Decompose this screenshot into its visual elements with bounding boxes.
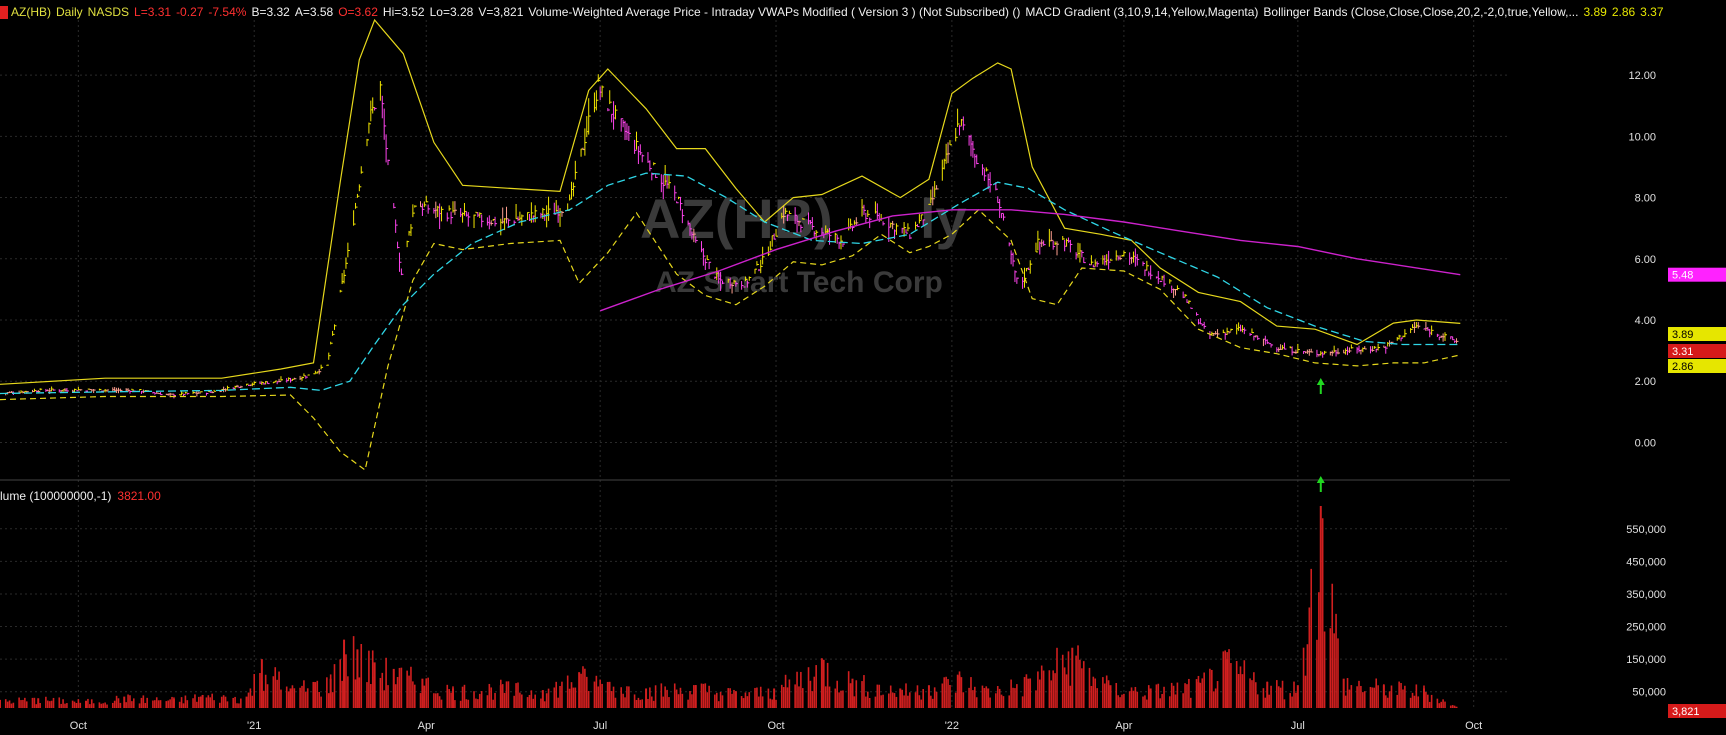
header-last: L=3.31 (134, 5, 172, 19)
x-tick-label: Apr (1115, 720, 1132, 732)
symbol-flag-icon (0, 6, 8, 20)
header-change-pct: -7.54% (208, 5, 247, 19)
x-tick-label: '22 (945, 720, 959, 732)
price-tick-label: 6.00 (1635, 254, 1656, 266)
x-tick-label: Oct (70, 720, 87, 732)
green-arrow-icon (1316, 378, 1325, 395)
price-tick-label: 10.00 (1628, 131, 1656, 143)
study-bollinger[interactable]: Bollinger Bands (Close,Close,Close,20,2,… (1263, 5, 1578, 19)
price-tick-label: 12.00 (1628, 70, 1656, 82)
volume-tick-label: 550,000 (1626, 524, 1666, 536)
header-symbol[interactable]: AZ(HB) (11, 5, 51, 19)
price-marker-text: 3.89 (1672, 329, 1693, 341)
price-marker-text: 3.31 (1672, 346, 1693, 358)
header-change: -0.27 (176, 5, 204, 19)
price-tick-label: 4.00 (1635, 315, 1656, 327)
header-ask: A=3.58 (294, 5, 334, 19)
axes: 12.00 10.00 8.00 6.00 4.00 2.00 0.00 550,000 450… (70, 70, 1666, 732)
volume-tick-label: 350,000 (1626, 589, 1666, 601)
price-labels: 5.48 3.89 3.31 2.86 3,821 (1668, 267, 1726, 718)
signal-arrows (1316, 378, 1325, 492)
header-low: Lo=3.28 (429, 5, 474, 19)
green-arrow-icon (1316, 476, 1325, 492)
grid-lines (0, 20, 1510, 708)
volume-bars (0, 506, 1458, 708)
volume-tick-label: 250,000 (1626, 622, 1666, 634)
price-tick-label: 0.00 (1635, 437, 1656, 449)
bb-lower-value: 2.86 (1611, 5, 1636, 19)
volume-tick-label: 150,000 (1626, 654, 1666, 666)
header-exchange: NASDS (87, 5, 130, 19)
header-volume: V=3,821 (478, 5, 524, 19)
price-marker-text: 5.48 (1672, 270, 1693, 282)
study-macd[interactable]: MACD Gradient (3,10,9,14,Yellow,Magenta) (1025, 5, 1258, 19)
watermark: AZ(HB) ly AZ Smart Tech Corp (640, 187, 967, 299)
header-bid: B=3.32 (251, 5, 290, 19)
chart-canvas[interactable]: AZ(HB) ly AZ Smart Tech Corp 12.00 10.00 8… (0, 0, 1726, 735)
price-marker-text: 2.86 (1672, 361, 1693, 373)
x-tick-label: Apr (418, 720, 435, 732)
bb-mid-value: 3.37 (1640, 5, 1664, 19)
volume-header: lume (100000000,-1) 3821.00 (0, 488, 167, 504)
volume-study-label[interactable]: lume (100000000,-1) (0, 489, 111, 503)
study-vwap[interactable]: Volume-Weighted Average Price - Intraday… (528, 5, 1020, 19)
x-tick-label: Oct (1465, 720, 1482, 732)
header-interval[interactable]: Daily (56, 5, 83, 19)
bb-upper-value: 3.89 (1583, 5, 1607, 19)
price-tick-label: 2.00 (1635, 376, 1656, 388)
x-tick-label: Oct (767, 720, 784, 732)
volume-tick-label: 50,000 (1632, 687, 1666, 699)
header-open: O=3.62 (338, 5, 378, 19)
x-tick-label: Jul (1291, 720, 1305, 732)
watermark-name: AZ Smart Tech Corp (655, 266, 943, 299)
volume-tick-label: 450,000 (1626, 556, 1666, 568)
x-tick-label: Jul (593, 720, 607, 732)
x-tick-label: '21 (247, 720, 261, 732)
header-high: Hi=3.52 (382, 5, 425, 19)
price-tick-label: 8.00 (1635, 193, 1656, 205)
chart-header: AZ(HB) Daily NASDS L=3.31 -0.27 -7.54% B=3.32 A… (0, 4, 1669, 20)
volume-study-value: 3821.00 (117, 489, 161, 503)
watermark-suffix: ly (920, 187, 967, 250)
volume-marker-text: 3,821 (1672, 706, 1700, 718)
